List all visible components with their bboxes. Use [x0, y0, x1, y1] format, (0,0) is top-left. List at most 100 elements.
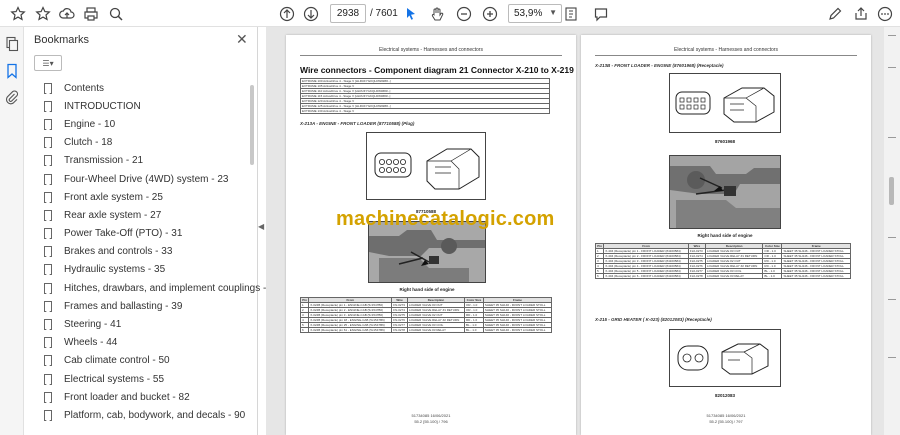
- table-cell: SHEET 35 SH146 - FRONT LOADER STOLL: [482, 317, 553, 323]
- bookmarks-panel: Bookmarks ✕ ☰▾ Contents INTRODUCTION Eng…: [24, 27, 280, 435]
- home-star-icon[interactable]: [8, 4, 28, 23]
- next-page-icon[interactable]: [302, 4, 320, 23]
- table-cell: X-024B (Receptacle) pin 2 - ENGINE-CAB (…: [308, 307, 393, 313]
- more-options-icon[interactable]: [876, 4, 894, 23]
- bookmark-item[interactable]: Four-Wheel Drive (4WD) system - 23: [34, 170, 248, 188]
- cloud-upload-icon[interactable]: [57, 4, 77, 23]
- table-cell: X-404 (Receptacle) pin 1 - FRONT LOADER …: [603, 248, 689, 254]
- bookmark-item[interactable]: Rear axle system - 27: [34, 206, 248, 224]
- comment-icon[interactable]: [592, 4, 610, 23]
- header-rule: [595, 55, 857, 56]
- bookmark-options-button[interactable]: ☰▾: [34, 55, 62, 71]
- page-thumbnails-icon[interactable]: [4, 36, 20, 52]
- table-cell: X-404 (Receptacle) pin 5 - FRONT LOADER …: [603, 268, 689, 274]
- table-cell: FL0-0275: [687, 258, 706, 264]
- page-number-input[interactable]: 2938: [330, 4, 366, 23]
- bookmarks-icon[interactable]: [4, 63, 20, 79]
- bookmark-item[interactable]: INTRODUCTION: [34, 97, 248, 115]
- bookmark-item[interactable]: Front loader and bucket - 82: [34, 388, 248, 406]
- table-cell: FL0-0276: [687, 263, 706, 269]
- bookmark-item[interactable]: Contents: [34, 79, 248, 97]
- bookmark-item[interactable]: Hitches, drawbars, and implement couplin…: [34, 279, 280, 297]
- bookmark-item[interactable]: Frames and ballasting - 39: [34, 297, 248, 315]
- bookmark-item[interactable]: Steering - 41: [34, 315, 248, 333]
- table-row: 3 X-024B (Receptacle) pin 3 - ENGINE-CAB …: [299, 312, 553, 318]
- table-cell: SHEET 35 SH146 - FRONT LOADER STOLL: [482, 322, 553, 328]
- bookmark-icon: [44, 300, 52, 312]
- edit-pen-icon[interactable]: [826, 4, 844, 23]
- toolbar: 2938 / 7601 53,9% ▼: [0, 0, 900, 27]
- bookmark-item[interactable]: Brakes and controls - 33: [34, 243, 248, 261]
- photo-caption: Right hand side of engine: [399, 287, 455, 292]
- table-row: 6 X-024B (Receptacle) pin 61 - ENGINE-CAB…: [299, 327, 553, 333]
- bookmark-item[interactable]: Electrical systems - 55: [34, 370, 248, 388]
- table-cell: FL0-0273: [687, 248, 706, 254]
- bookmark-item[interactable]: Wheels - 44: [34, 334, 248, 352]
- engine-photo: [669, 155, 781, 229]
- search-icon[interactable]: [106, 4, 126, 23]
- table-cell: X-024B (Receptacle) pin 1 - ENGINE-CAB (…: [308, 302, 393, 308]
- footer-page-ref: 55.2 [55.100] / 797: [709, 419, 743, 424]
- table-row: 2 X-404 (Receptacle) pin 2 - FRONT LOADER…: [594, 253, 851, 259]
- table-cell: X-404 (Receptacle) pin 4 - FRONT LOADER …: [603, 263, 689, 269]
- bookmark-item[interactable]: Platform, cab, bodywork, and decals - 90: [34, 406, 248, 424]
- connector-caption: X-213B - FRONT LOADER - ENGINE (87601968…: [595, 63, 724, 68]
- page-header: Electrical systems - Harnesses and conne…: [674, 47, 778, 53]
- bookmark-item[interactable]: Engine - 10: [34, 115, 248, 133]
- table-cell: SHEET 35 SH146 - FRONT LOADER STOLL: [781, 268, 851, 274]
- connector-caption-2: X-215 - GRID HEATER ( K-023) (82012083) …: [595, 317, 712, 322]
- hand-tool-icon[interactable]: [428, 4, 446, 23]
- table-cell: X-024B (Receptacle) pin 18 - ENGINE-CAB …: [308, 317, 393, 323]
- zoom-out-icon[interactable]: [455, 4, 473, 23]
- document-page-left: Electrical systems - Harnesses and conne…: [286, 35, 576, 435]
- bookmark-label: Engine - 10: [64, 118, 116, 130]
- scroll-thumb[interactable]: [889, 177, 894, 205]
- table-cell: X-024B (Receptacle) pin 61 - ENGINE-CAB …: [308, 327, 393, 333]
- bookmark-item[interactable]: Front axle system - 25: [34, 188, 248, 206]
- table-cell: X-404 (Receptacle) pin 3 - FRONT LOADER …: [603, 258, 689, 264]
- bookmark-label: Hydraulic systems - 35: [64, 264, 166, 276]
- close-icon[interactable]: ✕: [236, 31, 248, 48]
- table-cell: 6: [594, 273, 605, 279]
- table-cell: LOADER VALVE RELAY #1 RETURN: [704, 253, 764, 259]
- zoom-level-select[interactable]: 53,9% ▼: [508, 4, 562, 23]
- bookmark-item[interactable]: Hydraulic systems - 35: [34, 261, 248, 279]
- watermark: machinecatalogic.com: [336, 208, 555, 230]
- bookmark-item[interactable]: Power Take-Off (PTO) - 31: [34, 225, 248, 243]
- fit-page-icon[interactable]: [562, 4, 580, 23]
- panel-scrollbar[interactable]: [250, 85, 254, 165]
- connector-diagram: [366, 132, 486, 200]
- table-cell: LOADER VALVE #3 RELAY: [406, 327, 466, 333]
- bookmark-item[interactable]: Transmission - 21: [34, 152, 248, 170]
- table-cell: SHEET 35 SH146 - FRONT LOADER STOLL: [781, 253, 851, 259]
- table-row: 1 X-404 (Receptacle) pin 1 - FRONT LOADER…: [594, 248, 851, 254]
- document-scrollbar[interactable]: [884, 27, 900, 435]
- table-cell: SHEET 35 SH146 - FRONT LOADER STOLL: [781, 263, 851, 269]
- scroll-marker: [888, 137, 896, 138]
- part-number-2: 82012083: [714, 393, 736, 398]
- zoom-in-icon[interactable]: [481, 4, 499, 23]
- bookmark-icon: [44, 319, 52, 331]
- bookmark-icon: [44, 282, 52, 294]
- table-header: Color Size: [464, 297, 484, 303]
- bookmark-item[interactable]: Cab climate control - 50: [34, 352, 248, 370]
- share-icon[interactable]: [852, 4, 870, 23]
- bookmark-label: INTRODUCTION: [64, 100, 141, 112]
- select-cursor-icon[interactable]: [402, 4, 420, 23]
- bookmark-star-icon[interactable]: [33, 4, 53, 23]
- attachments-icon[interactable]: [4, 89, 20, 105]
- bookmark-label: Contents: [64, 82, 105, 94]
- table-cell: FL0-0274: [687, 253, 706, 259]
- bookmark-icon: [44, 82, 52, 94]
- header-rule: [300, 55, 562, 56]
- print-icon[interactable]: [81, 4, 101, 23]
- table-cell: 6: [299, 327, 310, 333]
- bookmark-label: Front loader and bucket - 82: [64, 391, 190, 403]
- previous-page-icon[interactable]: [278, 4, 296, 23]
- bookmark-icon: [44, 355, 52, 367]
- scroll-marker: [888, 237, 896, 238]
- bookmark-item[interactable]: Clutch - 18: [34, 134, 248, 152]
- page-footer: 51734085 16/06/2021 55.2 [55.100] / 796: [286, 413, 576, 425]
- collapse-panel-handle[interactable]: ◀: [258, 222, 264, 231]
- table-cell: LOADER VALVE RELAY #2 RETURN: [406, 317, 466, 323]
